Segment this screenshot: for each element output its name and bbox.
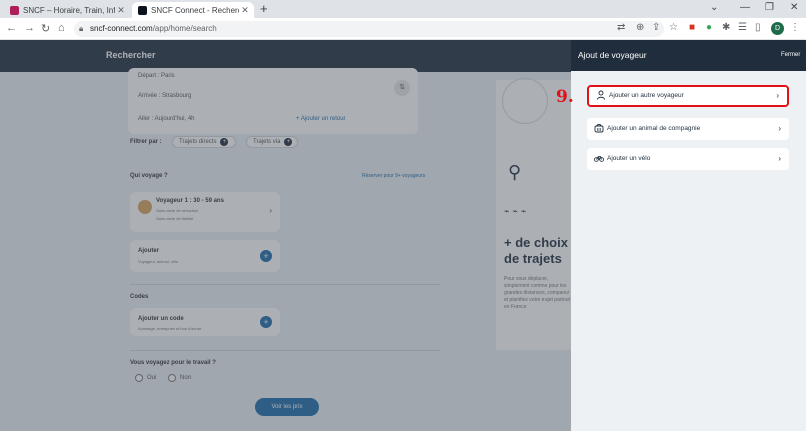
add-traveler-panel: Ajout de voyageur Fermer Ajouter un autr… <box>571 40 806 431</box>
back-arrow-icon[interactable]: ← <box>6 22 17 34</box>
chevron-right-icon: › <box>776 91 779 100</box>
grammarly-icon[interactable]: ● <box>706 22 712 33</box>
url-host: sncf-connect.com <box>90 24 153 33</box>
minimize-icon[interactable]: — <box>740 2 750 13</box>
url-text: sncf-connect.com/app/home/search <box>90 24 217 33</box>
extensions-puzzle-icon[interactable]: ✱ <box>722 22 730 33</box>
modal-backdrop[interactable] <box>0 40 571 431</box>
url-path: /app/home/search <box>152 24 217 33</box>
lock-icon[interactable]: 🔒︎ <box>79 24 83 34</box>
reload-icon[interactable]: ↻ <box>41 22 50 35</box>
browser-tab-sncf[interactable]: SNCF – Horaire, Train, Info Trafic ✕ <box>4 2 130 18</box>
add-another-traveler-option[interactable]: Ajouter un autre voyageur › <box>587 85 789 107</box>
window-close-icon[interactable]: ✕ <box>790 2 798 13</box>
chevron-right-icon: › <box>778 124 781 133</box>
tab-close-icon[interactable]: ✕ <box>239 5 251 16</box>
share-icon[interactable]: ⇪ <box>652 22 660 33</box>
bookmark-star-icon[interactable]: ☆ <box>669 22 678 33</box>
profile-avatar[interactable]: D <box>771 22 784 35</box>
browser-menu-icon[interactable]: ⋮ <box>790 22 800 33</box>
option-label: Ajouter un animal de compagnie <box>607 125 701 132</box>
bicycle-icon <box>594 156 604 162</box>
home-icon[interactable]: ⌂ <box>58 22 65 34</box>
reading-list-icon[interactable]: ☰ <box>738 22 747 33</box>
sncf-favicon-icon <box>10 5 19 15</box>
address-bar[interactable]: 🔒︎ sncf-connect.com/app/home/search <box>74 21 664 37</box>
option-label: Ajouter un vélo <box>607 155 651 162</box>
translate-icon[interactable]: ⇄ <box>617 22 625 33</box>
panel-title: Ajout de voyageur <box>578 50 647 60</box>
close-panel-button[interactable]: Fermer <box>781 52 800 58</box>
tab-title: SNCF – Horaire, Train, Info Trafic <box>23 5 115 15</box>
side-panel-icon[interactable]: ▯ <box>755 22 761 33</box>
tutorial-step-number: 9. <box>556 87 574 107</box>
browser-toolbar: ← → ↻ ⌂ 🔒︎ sncf-connect.com/app/home/sea… <box>0 18 806 40</box>
new-tab-button[interactable]: + <box>260 2 268 16</box>
browser-tab-strip: SNCF – Horaire, Train, Info Trafic ✕ SNC… <box>0 0 806 18</box>
browser-tab-sncf-connect[interactable]: SNCF Connect - Recherche ✕ <box>132 2 254 18</box>
forward-arrow-icon[interactable]: → <box>24 22 35 34</box>
add-bike-option[interactable]: Ajouter un vélo › <box>587 148 789 170</box>
chevron-right-icon: › <box>778 154 781 163</box>
pet-carrier-icon <box>594 124 604 133</box>
zoom-icon[interactable]: ⊕ <box>636 22 644 33</box>
option-label: Ajouter un autre voyageur <box>609 92 684 99</box>
tab-close-icon[interactable]: ✕ <box>115 5 127 16</box>
add-pet-option[interactable]: Ajouter un animal de compagnie › <box>587 118 789 140</box>
tab-search-chevron-icon[interactable]: ⌄ <box>710 2 718 13</box>
extension-shield-icon[interactable]: ■ <box>689 22 695 33</box>
sncf-connect-favicon-icon <box>138 5 147 15</box>
person-icon <box>597 90 605 100</box>
maximize-icon[interactable]: ❐ <box>765 2 774 13</box>
panel-header: Ajout de voyageur Fermer <box>571 40 806 71</box>
tab-title: SNCF Connect - Recherche <box>151 5 239 15</box>
